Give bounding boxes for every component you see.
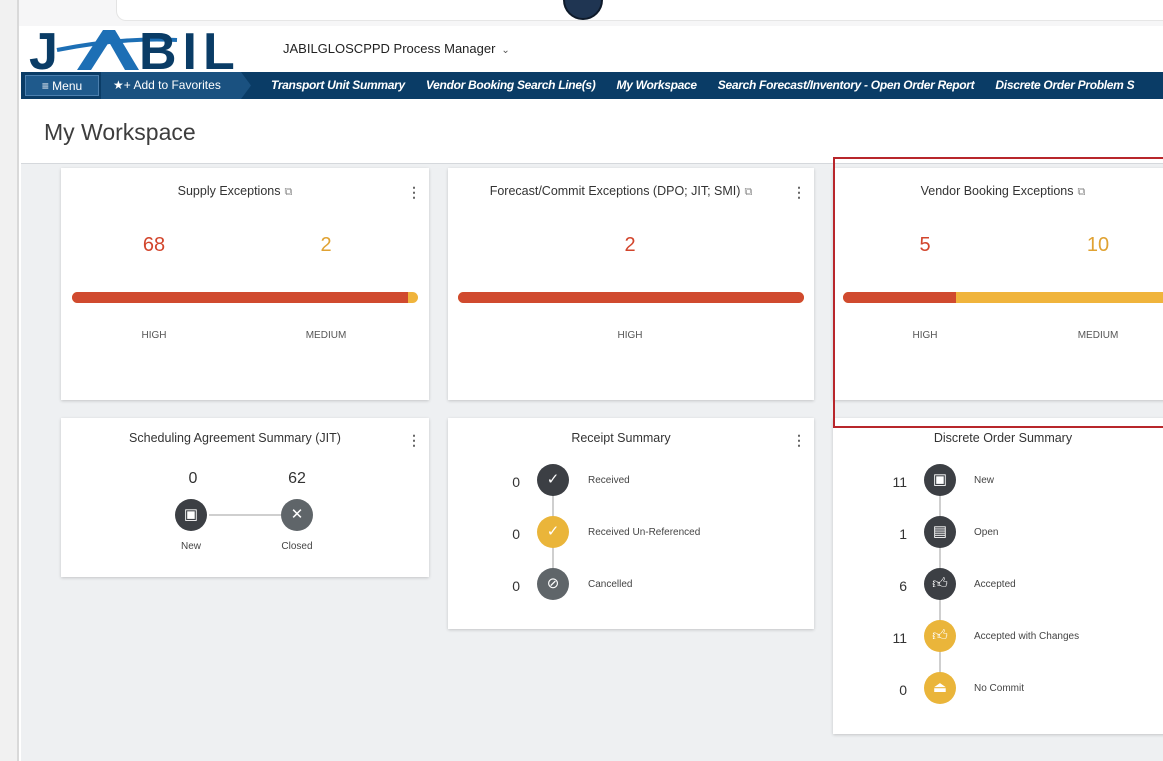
scheduling-agreement-summary-card: Scheduling Agreement Summary (JIT) ⋮ 0 6… [61, 418, 429, 577]
card-title-text[interactable]: Vendor Booking Exceptions [921, 184, 1074, 198]
new-doc-icon[interactable]: ▣ [175, 499, 207, 531]
high-label: HIGH [141, 330, 167, 341]
check-icon[interactable]: ✓ [537, 516, 569, 548]
chevron-down-icon: ⌄ [501, 45, 510, 56]
external-link-icon[interactable]: ⧉ [1078, 186, 1086, 198]
card-title[interactable]: Discrete Order Summary [833, 431, 1163, 445]
external-link-icon[interactable]: ⧉ [744, 186, 752, 198]
no-commit-count[interactable]: 0 [881, 682, 907, 698]
vendor-booking-exceptions-card: Vendor Booking Exceptions ⧉ 5 10 HIGH MED… [833, 168, 1163, 400]
discrete-order-summary-card: Discrete Order Summary 11 ▣ New 1 ▤ Open… [833, 418, 1163, 734]
jabil-logo[interactable]: J BIL [27, 26, 277, 74]
page-title: My Workspace [44, 119, 196, 145]
thumbs-up-icon[interactable]: 👍︎ [924, 568, 956, 600]
cancelled-count[interactable]: 0 [494, 578, 520, 594]
medium-label: MEDIUM [305, 330, 347, 341]
nav-link-transport-unit-summary[interactable]: Transport Unit Summary [271, 78, 405, 92]
card-title: Forecast/Commit Exceptions (DPO; JIT; SM… [448, 184, 794, 199]
high-count[interactable]: 5 [895, 234, 955, 257]
app-window: J BIL JABILGLOSCPPD Process Manager ⌄ ≡ M… [21, 26, 1163, 761]
browser-left-edge [0, 0, 19, 761]
browser-tab [116, 0, 1163, 21]
medium-label: MEDIUM [1077, 330, 1119, 341]
card-title: Vendor Booking Exceptions ⧉ [833, 184, 1163, 199]
kebab-menu-icon[interactable]: ⋮ [792, 432, 806, 449]
supply-exceptions-card: Supply Exceptions ⧉ ⋮ 68 2 HIGH MEDIUM [61, 168, 429, 400]
nav-link-discrete-order-problem[interactable]: Discrete Order Problem S [995, 78, 1134, 92]
forecast-commit-exceptions-card: Forecast/Commit Exceptions (DPO; JIT; SM… [448, 168, 814, 400]
new-label: New [974, 475, 995, 486]
kebab-menu-icon[interactable]: ⋮ [407, 432, 421, 449]
app-name-label: JABILGLOSCPPD Process Manager [283, 41, 496, 56]
browser-chrome [0, 0, 1163, 26]
high-label: HIGH [617, 330, 643, 341]
medium-count[interactable]: 10 [1068, 234, 1128, 257]
new-count[interactable]: 0 [173, 470, 213, 488]
connector-line [209, 514, 281, 516]
new-count[interactable]: 11 [881, 474, 907, 490]
close-icon[interactable]: ✕ [281, 499, 313, 531]
card-title[interactable]: Receipt Summary [448, 431, 794, 445]
nav-bar: ≡ Menu ★+ Add to Favorites Transport Uni… [21, 72, 1163, 99]
nav-link-search-forecast[interactable]: Search Forecast/Inventory - Open Order R… [718, 78, 975, 92]
app-header: J BIL JABILGLOSCPPD Process Manager ⌄ [21, 26, 1163, 74]
accepted-count[interactable]: 6 [881, 578, 907, 594]
add-to-favorites-button[interactable]: ★+ Add to Favorites [101, 72, 251, 99]
received-label: Received [588, 475, 630, 486]
card-title-text[interactable]: Supply Exceptions [178, 184, 281, 198]
nav-link-vendor-booking-search[interactable]: Vendor Booking Search Line(s) [426, 78, 596, 92]
accepted-with-changes-label: Accepted with Changes [974, 631, 1080, 642]
new-doc-icon[interactable]: ▣ [924, 464, 956, 496]
app-switcher[interactable]: JABILGLOSCPPD Process Manager ⌄ [283, 41, 510, 56]
external-link-icon[interactable]: ⧉ [284, 186, 292, 198]
open-count[interactable]: 1 [881, 526, 907, 542]
high-bar-fill [843, 292, 957, 303]
page-header: My Workspace [21, 99, 1163, 164]
accepted-label: Accepted [974, 579, 1016, 590]
cancelled-label: Cancelled [588, 579, 633, 590]
closed-count[interactable]: 62 [277, 470, 317, 488]
check-icon[interactable]: ✓ [537, 464, 569, 496]
high-bar-fill [458, 292, 804, 303]
received-unreferenced-label: Received Un-Referenced [588, 527, 701, 538]
high-count[interactable]: 68 [124, 234, 184, 257]
card-title: Supply Exceptions ⧉ [61, 184, 409, 199]
open-doc-icon[interactable]: ▤ [924, 516, 956, 548]
card-title-text[interactable]: Forecast/Commit Exceptions (DPO; JIT; SM… [490, 184, 741, 198]
high-count[interactable]: 2 [600, 234, 660, 257]
medium-count[interactable]: 2 [296, 234, 356, 257]
closed-label: Closed [281, 541, 313, 552]
ban-icon[interactable]: ⊘ [537, 568, 569, 600]
high-bar-fill [72, 292, 408, 303]
accepted-with-changes-count[interactable]: 11 [881, 630, 907, 646]
severity-bar [843, 292, 1163, 303]
receipt-summary-card: Receipt Summary ⋮ 0 ✓ Received 0 ✓ Recei… [448, 418, 814, 629]
new-label: New [180, 541, 201, 552]
nav-link-my-workspace[interactable]: My Workspace [617, 78, 698, 92]
no-commit-label: No Commit [974, 683, 1025, 694]
open-label: Open [974, 527, 999, 538]
kebab-menu-icon[interactable]: ⋮ [407, 184, 421, 201]
severity-bar [458, 292, 804, 303]
received-unreferenced-count[interactable]: 0 [494, 526, 520, 542]
svg-text:BIL: BIL [139, 26, 241, 74]
card-title[interactable]: Scheduling Agreement Summary (JIT) [61, 431, 409, 445]
severity-bar [72, 292, 418, 303]
menu-button[interactable]: ≡ Menu [25, 75, 99, 96]
kebab-menu-icon[interactable]: ⋮ [792, 184, 806, 201]
received-count[interactable]: 0 [494, 474, 520, 490]
nav-links: Transport Unit Summary Vendor Booking Se… [271, 72, 1152, 99]
thumbs-up-icon[interactable]: 👍︎ [924, 620, 956, 652]
high-label: HIGH [912, 330, 938, 341]
eject-icon[interactable]: ⏏ [924, 672, 956, 704]
